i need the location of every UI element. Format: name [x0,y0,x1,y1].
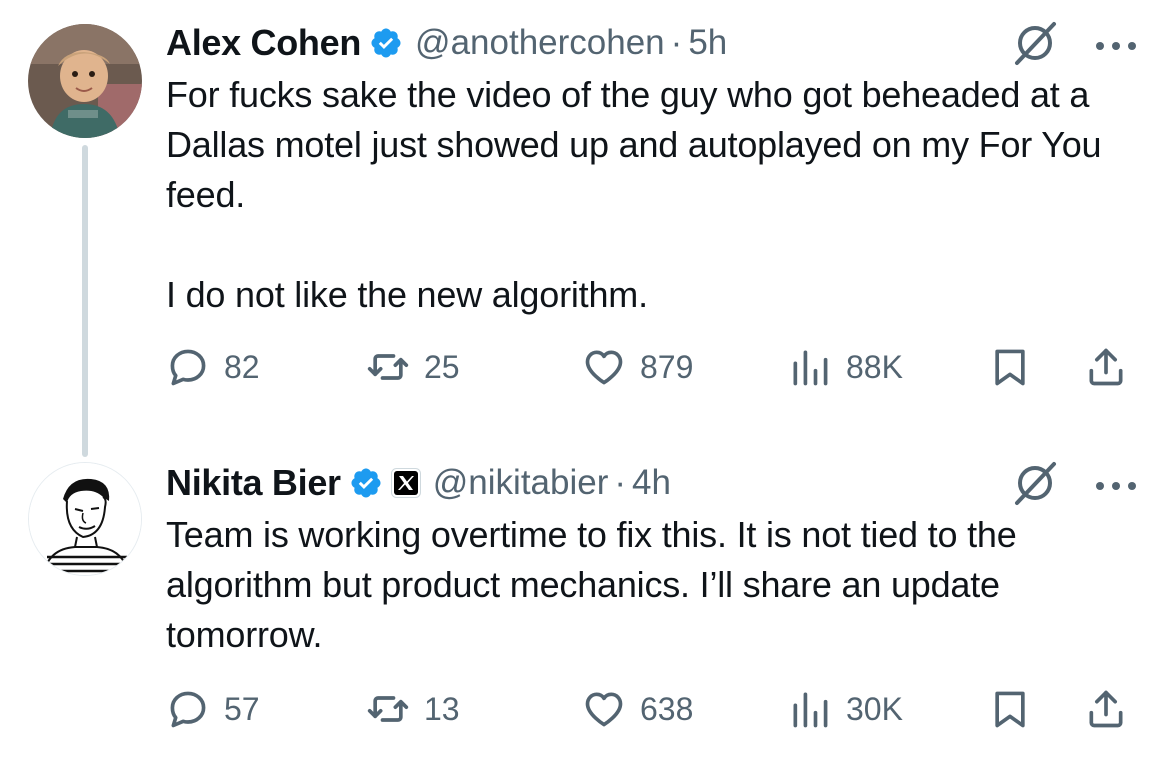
bookmark-button[interactable] [988,684,1032,734]
reply-button[interactable]: 82 [166,342,260,392]
heart-icon [585,692,623,727]
verified-badge-icon[interactable] [369,26,403,60]
action-bar: 82 25 879 88K [166,342,1136,392]
author-name[interactable]: Alex Cohen [166,22,361,64]
author-handle[interactable]: @anothercohen [415,23,665,63]
share-button[interactable] [1084,684,1128,734]
share-icon [1089,690,1123,728]
tweet-text: For fucks sake the video of the guy who … [166,74,1102,315]
heart-icon [585,350,623,385]
repost-icon [367,696,409,722]
reply-count: 82 [224,348,260,385]
views-button[interactable]: 88K [788,342,903,392]
reply-icon [170,349,206,386]
avatar[interactable] [28,462,142,576]
like-count: 879 [640,348,694,385]
tweet-header: Nikita Bier @nikitabier · 4h [166,460,671,506]
like-button[interactable]: 638 [582,684,693,734]
sketch-portrait-icon [29,463,141,575]
x-logo-icon[interactable] [390,468,421,498]
grok-icon[interactable] [1010,18,1060,68]
like-count: 638 [640,690,694,727]
more-dots-icon[interactable] [1094,38,1138,50]
grok-icon[interactable] [1010,458,1060,508]
reply-count: 57 [224,690,260,727]
verified-badge-icon[interactable] [349,466,383,500]
share-button[interactable] [1084,342,1128,392]
view-count: 30K [846,690,903,727]
separator: · [614,463,627,502]
view-count: 88K [846,348,903,385]
author-handle[interactable]: @nikitabier [433,463,609,503]
reply-button[interactable]: 57 [166,684,260,734]
bookmark-button[interactable] [988,342,1032,392]
avatar[interactable] [28,24,142,138]
action-bar: 57 13 638 30K [166,684,1136,734]
tweet-text: Team is working overtime to fix this. It… [166,514,1027,655]
timestamp[interactable]: 5h [688,23,727,63]
tweet[interactable]: Alex Cohen @anothercohen · 5h For fucks … [0,0,1170,457]
tweet-header: Alex Cohen @anothercohen · 5h [166,20,727,66]
toddler-photo-icon [28,24,142,138]
author-name[interactable]: Nikita Bier [166,462,341,504]
views-chart-icon [793,350,828,386]
bookmark-icon [995,349,1025,386]
reply-icon [170,691,206,728]
views-chart-icon [793,692,828,728]
timestamp[interactable]: 4h [632,463,671,503]
tweet[interactable]: Nikita Bier @nikitabier · 4h Team is wor… [0,440,1170,759]
thread-line [82,145,88,457]
repost-icon [367,354,409,380]
repost-button[interactable]: 13 [366,684,460,734]
repost-count: 13 [424,690,460,727]
like-button[interactable]: 879 [582,342,693,392]
views-button[interactable]: 30K [788,684,903,734]
more-dots-icon[interactable] [1094,478,1138,490]
repost-button[interactable]: 25 [366,342,460,392]
share-icon [1089,348,1123,386]
separator: · [670,23,683,62]
bookmark-icon [995,691,1025,728]
repost-count: 25 [424,348,460,385]
